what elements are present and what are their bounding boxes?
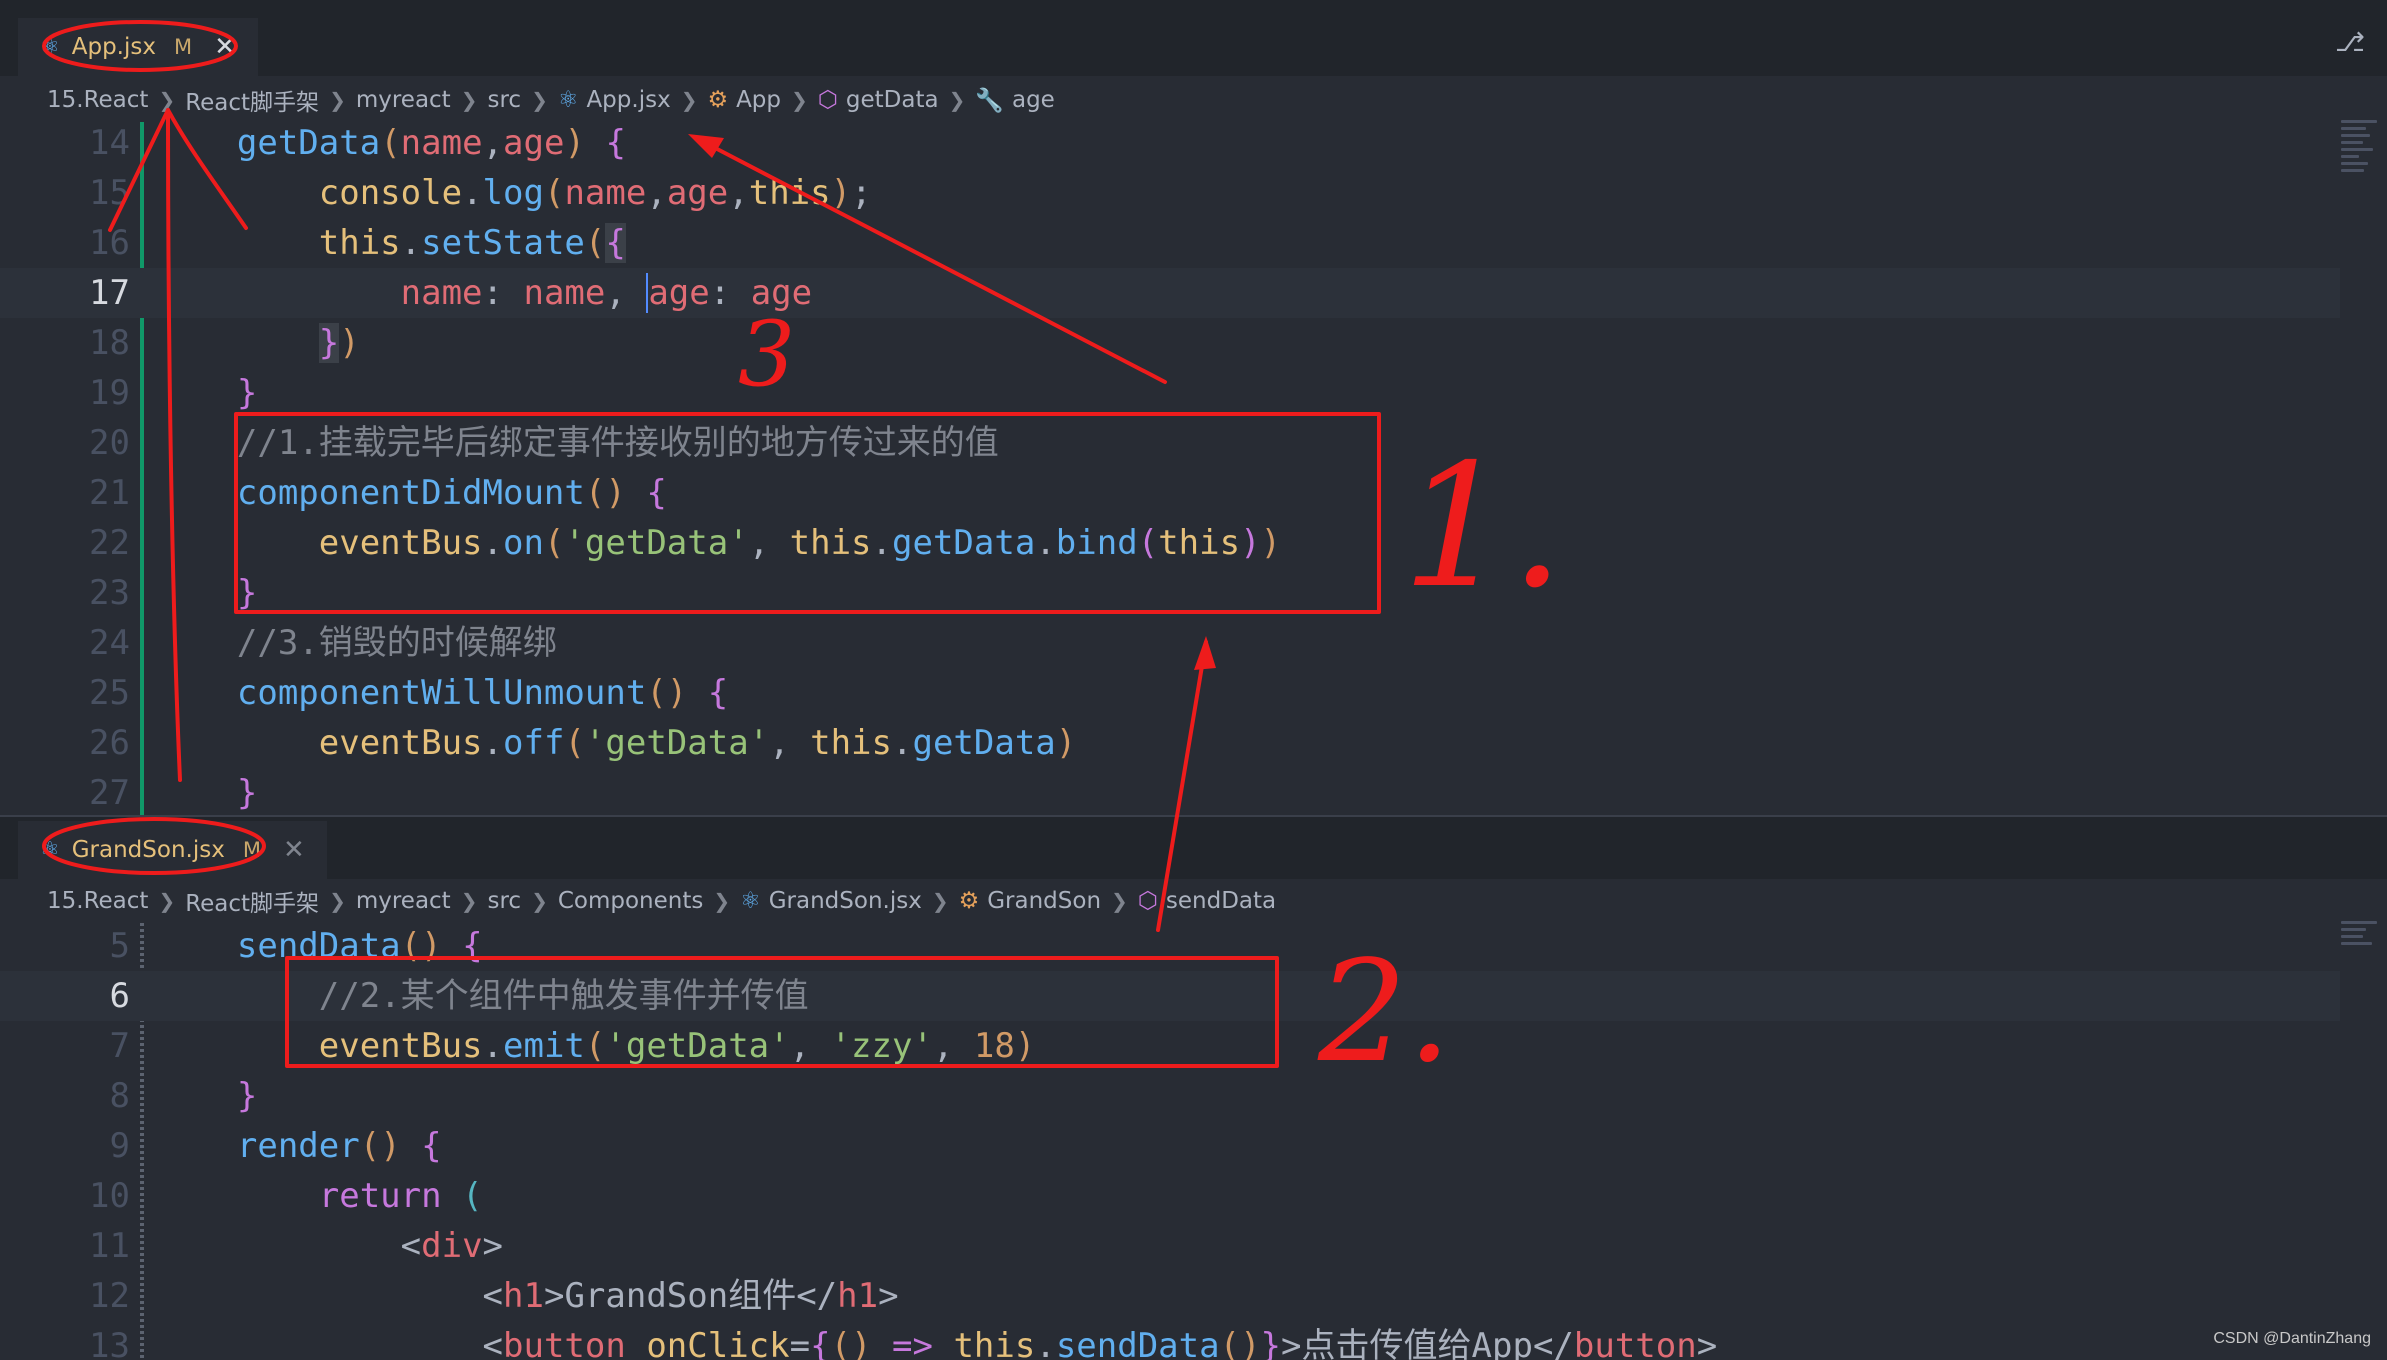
code-line: 13 <button onClick={() => this.sendData(… bbox=[89, 1326, 1718, 1360]
breadcrumb-item[interactable]: React脚手架 bbox=[185, 83, 319, 117]
method-cube-icon: ⬡ bbox=[817, 87, 838, 113]
code-line: 20 //1.挂载完毕后绑定事件接收别的地方传过来的值 bbox=[89, 423, 999, 463]
breadcrumb-class[interactable]: ⚙ GrandSon bbox=[959, 888, 1101, 914]
breadcrumb-item[interactable]: myreact bbox=[356, 888, 451, 914]
class-icon: ⚙ bbox=[958, 888, 980, 914]
code-line: 19 } bbox=[89, 373, 258, 413]
chevron-right-icon: ❯ bbox=[680, 88, 698, 112]
tab-filename: GrandSon.jsx bbox=[71, 837, 225, 863]
close-icon[interactable]: ✕ bbox=[283, 835, 305, 865]
chevron-right-icon: ❯ bbox=[158, 889, 176, 913]
tab-app-jsx[interactable]: ⚛ App.jsx M ✕ bbox=[18, 18, 258, 76]
code-line-active: 6 //2.某个组件中触发事件并传值 bbox=[0, 971, 2340, 1021]
code-line: 10 return ( bbox=[89, 1176, 483, 1216]
chevron-right-icon: ❯ bbox=[948, 88, 966, 112]
chevron-right-icon: ❯ bbox=[531, 889, 548, 913]
method-cube-icon: ⬡ bbox=[1137, 888, 1158, 914]
code-line: 26 eventBus.off('getData', this.getData) bbox=[89, 723, 1077, 763]
tab-filename: App.jsx bbox=[71, 34, 156, 60]
code-line: 16 this.setState({ bbox=[89, 223, 626, 263]
tab-grandson-jsx[interactable]: ⚛ GrandSon.jsx M ✕ bbox=[18, 821, 327, 879]
react-icon: ⚛ bbox=[40, 34, 60, 60]
bottom-editor-pane: ⚛ GrandSon.jsx M ✕ 15.React ❯ React脚手架 ❯… bbox=[0, 815, 2387, 1360]
breadcrumb-method[interactable]: ⬡ getData bbox=[818, 87, 939, 113]
chevron-right-icon: ❯ bbox=[329, 88, 346, 112]
top-editor-pane: ⚛ App.jsx M ✕ ⎇ 15.React ❯ React脚手架 ❯ my… bbox=[0, 0, 2387, 815]
breadcrumb-item[interactable]: Components bbox=[558, 888, 704, 914]
chevron-right-icon: ❯ bbox=[158, 88, 176, 112]
react-icon: ⚛ bbox=[557, 87, 579, 113]
code-line: 23 } bbox=[89, 573, 258, 613]
breadcrumb-method[interactable]: ⬡ sendData bbox=[1138, 888, 1276, 914]
breadcrumb-item[interactable]: myreact bbox=[356, 87, 451, 113]
chevron-right-icon: ❯ bbox=[460, 889, 478, 913]
code-line: 7 eventBus.emit('getData', 'zzy', 18) bbox=[109, 1026, 1036, 1066]
breadcrumb-item[interactable]: 15.React bbox=[47, 888, 148, 914]
chevron-right-icon: ❯ bbox=[791, 88, 808, 112]
code-line: 8 } bbox=[109, 1076, 258, 1116]
source-control-icon[interactable]: ⎇ bbox=[2335, 28, 2365, 58]
chevron-right-icon: ❯ bbox=[329, 889, 346, 913]
class-icon: ⚙ bbox=[707, 87, 729, 113]
chevron-right-icon: ❯ bbox=[713, 889, 731, 913]
code-line: 25 componentWillUnmount() { bbox=[89, 673, 729, 713]
close-icon[interactable]: ✕ bbox=[214, 32, 236, 62]
minimap[interactable] bbox=[2341, 921, 2377, 949]
minimap[interactable] bbox=[2341, 120, 2377, 176]
code-line-active: 17 name: name, age: age bbox=[0, 268, 2340, 318]
code-line: 5 sendData() { bbox=[109, 926, 483, 966]
react-icon: ⚛ bbox=[40, 837, 60, 863]
breadcrumb-item[interactable]: src bbox=[487, 888, 521, 914]
breadcrumb-item[interactable]: 15.React bbox=[47, 87, 148, 113]
code-line: 15 console.log(name,age,this); bbox=[89, 173, 872, 213]
code-line: 27 } bbox=[89, 773, 258, 813]
chevron-right-icon: ❯ bbox=[531, 88, 548, 112]
code-line: 18 }) bbox=[89, 323, 360, 363]
breadcrumb: 15.React ❯ React脚手架 ❯ myreact ❯ src ❯ ⚛ A… bbox=[0, 78, 2387, 122]
breadcrumb-item[interactable]: src bbox=[487, 87, 521, 113]
breadcrumb: 15.React ❯ React脚手架 ❯ myreact ❯ src ❯ Co… bbox=[0, 879, 2387, 923]
react-icon: ⚛ bbox=[740, 888, 761, 914]
code-line: 11 <div> bbox=[89, 1226, 504, 1266]
chevron-right-icon: ❯ bbox=[460, 88, 478, 112]
code-area[interactable]: 14 getData(name,age) { 15 console.log(na… bbox=[0, 118, 2340, 815]
breadcrumb-property[interactable]: 🔧 age bbox=[975, 87, 1055, 114]
watermark: CSDN @DantinZhang bbox=[2213, 1330, 2371, 1347]
bottom-tab-bar: ⚛ GrandSon.jsx M ✕ bbox=[0, 817, 2387, 879]
modified-badge: M bbox=[242, 838, 261, 862]
chevron-right-icon: ❯ bbox=[1111, 889, 1128, 913]
chevron-right-icon: ❯ bbox=[931, 889, 949, 913]
breadcrumb-file[interactable]: ⚛ GrandSon.jsx bbox=[740, 888, 922, 914]
code-area[interactable]: 5 sendData() { 6 //2.某个组件中触发事件并传值 7 even… bbox=[0, 921, 2340, 1360]
code-line: 24 //3.销毁的时候解绑 bbox=[89, 623, 557, 663]
top-tab-bar: ⚛ App.jsx M ✕ ⎇ bbox=[0, 0, 2387, 76]
code-line: 22 eventBus.on('getData', this.getData.b… bbox=[89, 523, 1282, 563]
code-line: 9 render() { bbox=[109, 1126, 442, 1166]
code-line: 12 <h1>GrandSon组件</h1> bbox=[89, 1276, 899, 1316]
breadcrumb-file[interactable]: ⚛ App.jsx bbox=[558, 87, 671, 113]
code-line: 14 getData(name,age) { bbox=[89, 123, 626, 163]
breadcrumb-class[interactable]: ⚙ App bbox=[707, 87, 781, 113]
code-line: 21 componentDidMount() { bbox=[89, 473, 667, 513]
wrench-icon: 🔧 bbox=[975, 87, 1004, 114]
breadcrumb-item[interactable]: React脚手架 bbox=[185, 884, 319, 918]
modified-badge: M bbox=[173, 35, 193, 59]
